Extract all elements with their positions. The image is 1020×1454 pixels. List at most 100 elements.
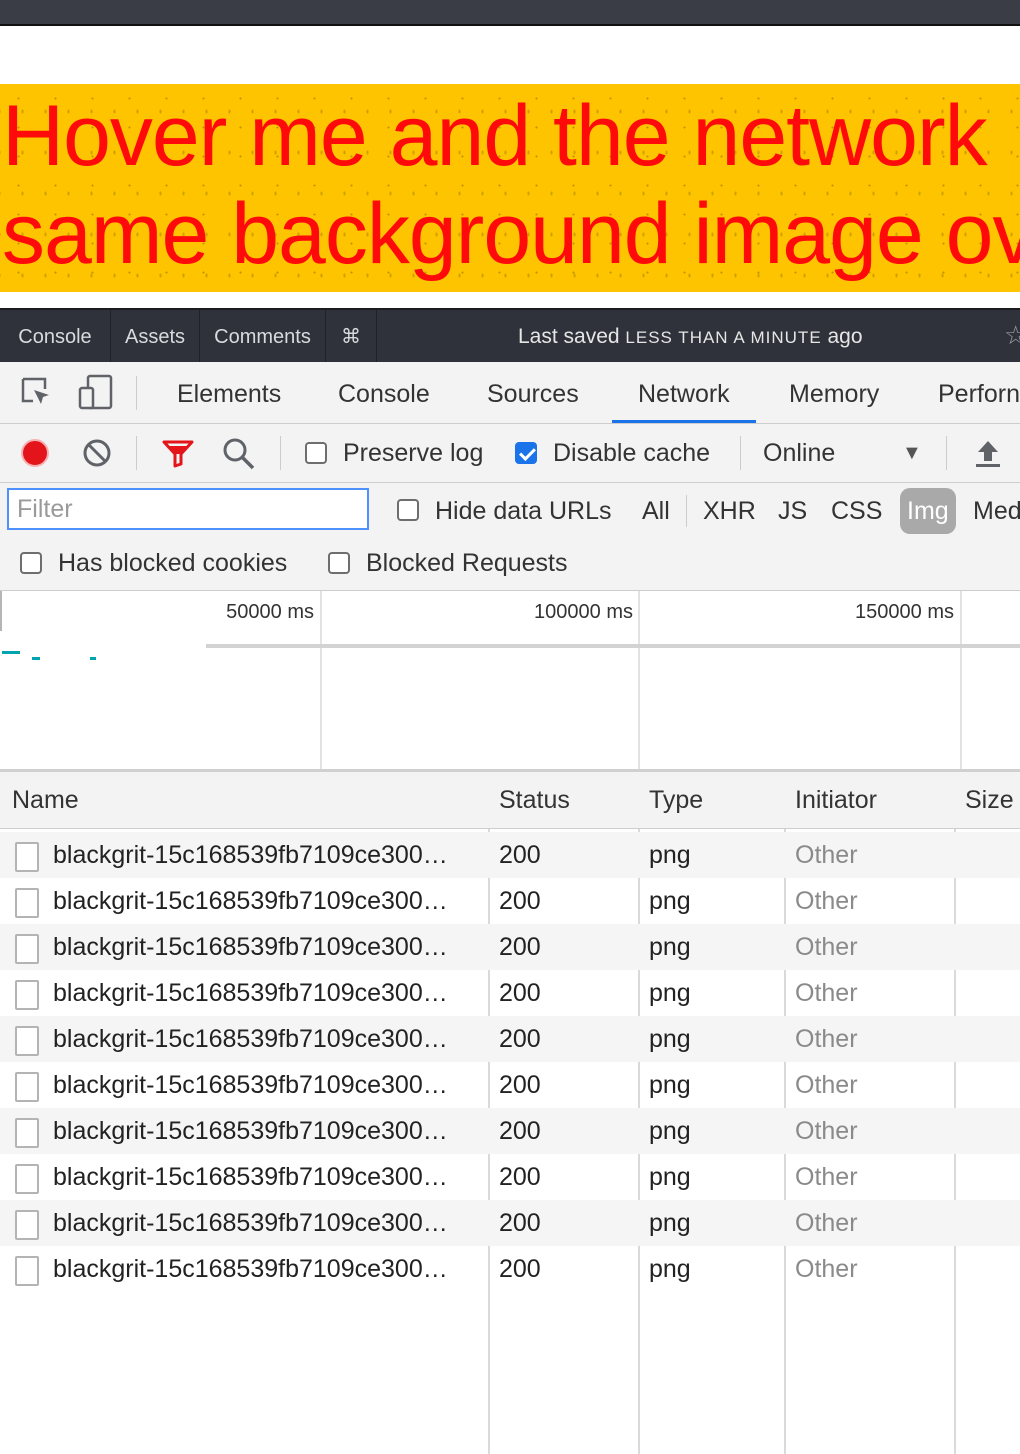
request-status: 200 (499, 1255, 541, 1283)
tab-memory[interactable]: Memory (789, 362, 879, 423)
editor-bottom-bar: Console Assets Comments ⌘ Last saved les… (0, 308, 1020, 364)
request-name[interactable]: blackgrit-15c168539fb7109ce300… (53, 1016, 481, 1062)
type-filter-css[interactable]: CSS (831, 488, 882, 534)
column-header-name[interactable]: Name (12, 772, 79, 828)
request-initiator: Other (795, 841, 858, 869)
column-header-size[interactable]: Size (965, 772, 1014, 828)
disable-cache-checkbox[interactable] (515, 442, 537, 464)
request-name[interactable]: blackgrit-15c168539fb7109ce300… (53, 832, 481, 878)
table-row[interactable]: blackgrit-15c168539fb7109ce300… 200 png Oth… (0, 832, 1020, 878)
table-row[interactable]: blackgrit-15c168539fb7109ce300… 200 png Oth… (0, 1200, 1020, 1246)
divider (280, 436, 281, 470)
tab-performance[interactable]: Perforn (938, 362, 1020, 423)
throttling-select[interactable]: Online (763, 424, 835, 482)
request-name[interactable]: blackgrit-15c168539fb7109ce300… (53, 1154, 481, 1200)
preserve-log-checkbox[interactable] (305, 442, 327, 464)
request-type: png (649, 933, 691, 961)
hide-data-urls-checkbox[interactable] (397, 499, 419, 521)
network-toolbar: Preserve log Disable cache Online ▼ (0, 424, 1020, 483)
record-button-icon[interactable] (20, 438, 50, 473)
table-row[interactable]: blackgrit-15c168539fb7109ce300… 200 png Oth… (0, 878, 1020, 924)
blocked-requests-checkbox[interactable] (328, 552, 350, 574)
banner-line-1: Hover me and the network (2, 88, 988, 184)
tab-network[interactable]: Network (612, 362, 756, 423)
type-filter-xhr[interactable]: XHR (703, 488, 756, 534)
column-header-type[interactable]: Type (649, 772, 703, 828)
request-type: png (649, 841, 691, 869)
request-type: png (649, 1255, 691, 1283)
request-type: png (649, 1117, 691, 1145)
request-status: 200 (499, 979, 541, 1007)
chevron-down-icon[interactable]: ▼ (902, 424, 922, 482)
last-saved-status: Last saved less than a minute ago (518, 310, 863, 365)
device-toolbar-icon[interactable] (78, 374, 114, 415)
table-row[interactable]: blackgrit-15c168539fb7109ce300… 200 png Oth… (0, 1062, 1020, 1108)
search-icon[interactable] (222, 437, 256, 476)
filter-bar: Hide data URLs All XHR JS CSS Img Med Ha… (0, 483, 1020, 591)
request-initiator: Other (795, 979, 858, 1007)
table-row[interactable]: blackgrit-15c168539fb7109ce300… 200 png Oth… (0, 924, 1020, 970)
file-icon (15, 1026, 39, 1056)
filter-funnel-icon[interactable] (162, 438, 194, 473)
filter-input[interactable] (7, 488, 369, 530)
tab-assets[interactable]: Assets (111, 310, 200, 364)
type-filter-img[interactable]: Img (900, 488, 956, 534)
file-icon (15, 888, 39, 918)
request-name[interactable]: blackgrit-15c168539fb7109ce300… (53, 1246, 481, 1292)
overview-tick-100000: 100000 ms (534, 601, 633, 623)
table-row[interactable]: blackgrit-15c168539fb7109ce300… 200 png Oth… (0, 1154, 1020, 1200)
requests-table: Name Status Type Initiator Size blackgri… (0, 772, 1020, 1454)
table-row[interactable]: blackgrit-15c168539fb7109ce300… 200 png Oth… (0, 970, 1020, 1016)
gridline (960, 591, 962, 769)
clear-icon[interactable] (82, 438, 112, 473)
request-name[interactable]: blackgrit-15c168539fb7109ce300… (53, 1108, 481, 1154)
request-type: png (649, 1025, 691, 1053)
request-type: png (649, 979, 691, 1007)
request-status: 200 (499, 841, 541, 869)
file-icon (15, 1072, 39, 1102)
request-type: png (649, 1163, 691, 1191)
has-blocked-cookies-checkbox[interactable] (20, 552, 42, 574)
tab-console[interactable]: Console (338, 362, 430, 423)
saved-time: less than a minute (625, 328, 822, 347)
request-initiator: Other (795, 887, 858, 915)
request-name[interactable]: blackgrit-15c168539fb7109ce300… (53, 924, 481, 970)
table-row[interactable]: blackgrit-15c168539fb7109ce300… 200 png Oth… (0, 1108, 1020, 1154)
column-header-initiator[interactable]: Initiator (795, 772, 877, 828)
request-initiator: Other (795, 1117, 858, 1145)
tab-sources[interactable]: Sources (487, 362, 579, 423)
request-bar (90, 657, 96, 660)
tab-comments[interactable]: Comments (200, 310, 326, 364)
tab-console-editor[interactable]: Console (0, 310, 111, 364)
request-name[interactable]: blackgrit-15c168539fb7109ce300… (53, 1062, 481, 1108)
overview-divider (206, 644, 1020, 648)
import-har-icon[interactable] (974, 438, 1002, 473)
request-name[interactable]: blackgrit-15c168539fb7109ce300… (53, 1200, 481, 1246)
divider (136, 376, 137, 410)
keyboard-shortcuts-button[interactable]: ⌘ (326, 310, 377, 364)
divider (686, 495, 687, 527)
type-filter-all[interactable]: All (642, 488, 670, 534)
file-icon (15, 1256, 39, 1286)
saved-prefix: Last saved (518, 325, 620, 348)
tab-elements[interactable]: Elements (177, 362, 281, 423)
inspect-element-icon[interactable] (20, 376, 52, 413)
file-icon (15, 934, 39, 964)
overview-window-handle[interactable] (0, 591, 2, 631)
network-overview[interactable]: 50000 ms 100000 ms 150000 ms (0, 591, 1020, 772)
request-name[interactable]: blackgrit-15c168539fb7109ce300… (53, 878, 481, 924)
table-row[interactable]: blackgrit-15c168539fb7109ce300… 200 png Oth… (0, 1016, 1020, 1062)
request-type: png (649, 887, 691, 915)
request-initiator: Other (795, 1025, 858, 1053)
type-filter-js[interactable]: JS (778, 488, 807, 534)
request-name[interactable]: blackgrit-15c168539fb7109ce300… (53, 970, 481, 1016)
request-status: 200 (499, 1025, 541, 1053)
request-status: 200 (499, 1163, 541, 1191)
file-icon (15, 1118, 39, 1148)
star-icon[interactable]: ☆ (1004, 310, 1020, 360)
type-filter-media[interactable]: Med (973, 488, 1020, 534)
table-row[interactable]: blackgrit-15c168539fb7109ce300… 200 png Oth… (0, 1246, 1020, 1292)
column-header-status[interactable]: Status (499, 772, 570, 828)
hover-demo-banner[interactable]: Hover me and the network same background… (0, 84, 1020, 292)
request-initiator: Other (795, 1255, 858, 1283)
